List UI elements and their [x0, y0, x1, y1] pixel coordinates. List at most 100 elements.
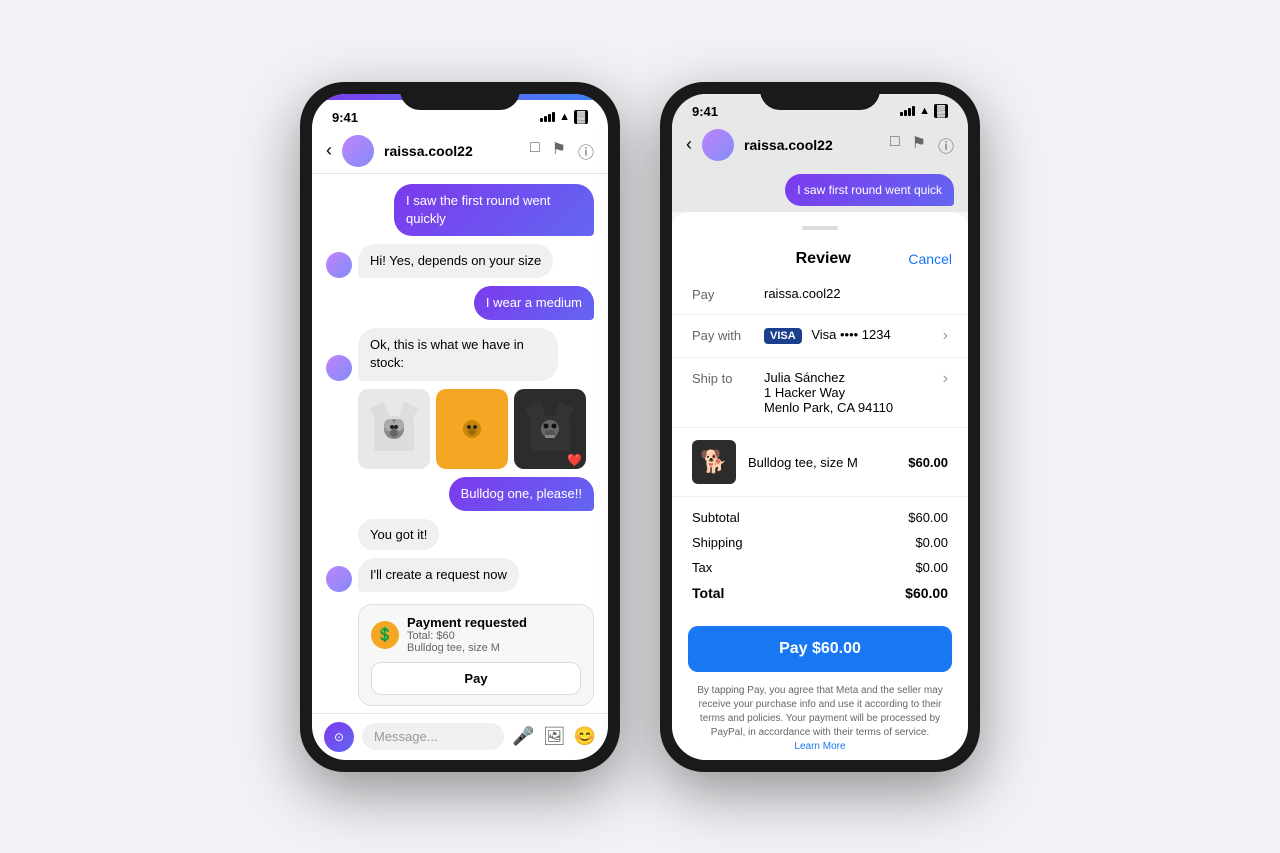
signal-icon-2 — [900, 106, 915, 116]
msg-avatar-3 — [326, 566, 352, 592]
subtotal-row: Subtotal $60.00 — [692, 505, 948, 530]
nav-username-1: raissa.cool22 — [384, 143, 520, 159]
notch-2 — [760, 82, 880, 110]
product-thumbnail: 🐕 — [692, 440, 736, 484]
ship-chevron: › — [943, 370, 948, 388]
tax-value: $0.00 — [915, 560, 948, 575]
emoji-icon[interactable]: 😊 — [574, 726, 596, 747]
bg-message-sent: I saw first round went quick — [686, 174, 954, 207]
pay-button-review[interactable]: Pay $60.00 — [688, 626, 952, 672]
shipping-label: Shipping — [692, 535, 743, 550]
review-title: Review — [796, 250, 851, 268]
camera-icon: ⊙ — [334, 730, 344, 744]
product-card-3[interactable]: ❤️ — [514, 389, 586, 469]
you-got-it-row: You got it! — [326, 519, 594, 550]
scene: 9:41 ▲ ▓ ‹ raissa.cool22 — [0, 0, 1280, 853]
video-icon-2[interactable]: □ — [890, 133, 900, 157]
product-card-1[interactable] — [358, 389, 430, 469]
battery-icon-2: ▓ — [934, 104, 948, 118]
nav-action-icons-1: □ ⚑ ⓘ — [530, 139, 594, 163]
review-ship-row[interactable]: Ship to Julia Sánchez 1 Hacker Way Menlo… — [672, 358, 968, 428]
total-value: $60.00 — [905, 585, 948, 601]
video-icon[interactable]: □ — [530, 139, 540, 163]
status-icons-1: ▲ ▓ — [540, 110, 588, 124]
shipping-value: $0.00 — [915, 535, 948, 550]
subtotal-label: Subtotal — [692, 510, 740, 525]
review-sheet: Review Cancel Pay raissa.cool22 Pay with… — [672, 212, 968, 759]
payment-card: 💲 Payment requested Total: $60 Bulldog t… — [358, 604, 594, 706]
flag-icon[interactable]: ⚑ — [552, 139, 566, 163]
ill-create-bubble: I'll create a request now — [358, 558, 519, 592]
payment-card-header: 💲 Payment requested Total: $60 Bulldog t… — [371, 615, 581, 654]
bubble-received-2: Ok, this is what we have in stock: — [358, 328, 558, 380]
phone-2-screen: 9:41 ▲ ▓ ‹ raissa.cool22 — [672, 94, 968, 760]
info-icon[interactable]: ⓘ — [578, 139, 594, 163]
ship-address: 1 Hacker Way — [764, 385, 931, 400]
pay-with-label: Pay with — [692, 327, 752, 343]
shipping-row: Shipping $0.00 — [692, 530, 948, 555]
wifi-icon-2: ▲ — [919, 105, 930, 117]
tax-label: Tax — [692, 560, 712, 575]
camera-button[interactable]: ⊙ — [324, 722, 354, 752]
message-sent-3: Bulldog one, please!! — [326, 477, 594, 511]
back-button-2[interactable]: ‹ — [686, 134, 692, 155]
nav-action-icons-2: □ ⚑ ⓘ — [890, 133, 954, 157]
learn-more-link[interactable]: Learn More — [794, 741, 845, 752]
review-header: Review Cancel — [672, 240, 968, 274]
legal-text: By tapping Pay, you agree that Meta and … — [672, 684, 968, 759]
status-time-1: 9:41 — [332, 110, 358, 125]
bubble-sent-3: Bulldog one, please!! — [449, 477, 594, 511]
phone-2: 9:41 ▲ ▓ ‹ raissa.cool22 — [660, 82, 980, 772]
total-row: Total $60.00 — [692, 580, 948, 606]
signal-icon — [540, 112, 555, 122]
dog-tshirt-1 — [369, 401, 419, 457]
status-icons-2: ▲ ▓ — [900, 104, 948, 118]
ship-city: Menlo Park, CA 94110 — [764, 400, 931, 415]
mic-icon[interactable]: 🎤 — [512, 726, 534, 747]
message-input[interactable]: Message... — [362, 723, 504, 750]
status-time-2: 9:41 — [692, 104, 718, 119]
message-placeholder: Message... — [374, 729, 438, 744]
pay-with-chevron: › — [943, 327, 948, 345]
pay-with-value: VISA Visa •••• 1234 — [764, 327, 931, 344]
card-number: Visa •••• 1234 — [811, 327, 890, 342]
review-product-name: Bulldog tee, size M — [748, 455, 896, 470]
msg-avatar-1 — [326, 252, 352, 278]
phone-1: 9:41 ▲ ▓ ‹ raissa.cool22 — [300, 82, 620, 772]
review-pay-with-row[interactable]: Pay with VISA Visa •••• 1234 › — [672, 315, 968, 358]
back-button-1[interactable]: ‹ — [326, 140, 332, 161]
review-product-price: $60.00 — [908, 455, 948, 470]
wifi-icon: ▲ — [559, 111, 570, 123]
ship-to-label: Ship to — [692, 370, 752, 386]
legal-body: By tapping Pay, you agree that Meta and … — [697, 685, 943, 738]
flag-icon-2[interactable]: ⚑ — [912, 133, 926, 157]
message-received-1: Hi! Yes, depends on your size — [326, 244, 594, 278]
visa-badge: VISA — [764, 328, 802, 344]
tax-row: Tax $0.00 — [692, 555, 948, 580]
payment-item: Bulldog tee, size M — [407, 642, 527, 654]
nav-bar-2: ‹ raissa.cool22 □ ⚑ ⓘ — [672, 123, 968, 168]
sticker-icon[interactable]: 🖼 — [543, 726, 566, 747]
pay-button-message[interactable]: Pay — [371, 662, 581, 695]
cancel-button[interactable]: Cancel — [908, 251, 952, 267]
total-label: Total — [692, 585, 724, 601]
payment-icon: 💲 — [371, 621, 399, 649]
review-product-row: 🐕 Bulldog tee, size M $60.00 — [672, 428, 968, 497]
dog-tshirt-2 — [447, 401, 497, 457]
dog-tshirt-3 — [525, 401, 575, 457]
message-sent-2: I wear a medium — [326, 286, 594, 320]
nav-avatar-2 — [702, 129, 734, 161]
background-messages: I saw first round went quick — [672, 168, 968, 213]
pay-recipient: raissa.cool22 — [764, 286, 948, 301]
review-pay-row: Pay raissa.cool22 — [672, 274, 968, 315]
ill-create-row: I'll create a request now — [326, 558, 594, 592]
messages-list-1: I saw the first round went quickly Hi! Y… — [312, 174, 608, 713]
battery-icon: ▓ — [574, 110, 588, 124]
info-icon-2[interactable]: ⓘ — [938, 133, 954, 157]
totals-section: Subtotal $60.00 Shipping $0.00 Tax $0.00… — [672, 497, 968, 614]
bg-bubble-sent: I saw first round went quick — [785, 174, 954, 207]
message-received-2: Ok, this is what we have in stock: — [326, 328, 594, 380]
product-card-2[interactable] — [436, 389, 508, 469]
ship-to-value: Julia Sánchez 1 Hacker Way Menlo Park, C… — [764, 370, 931, 415]
nav-avatar-1 — [342, 135, 374, 167]
